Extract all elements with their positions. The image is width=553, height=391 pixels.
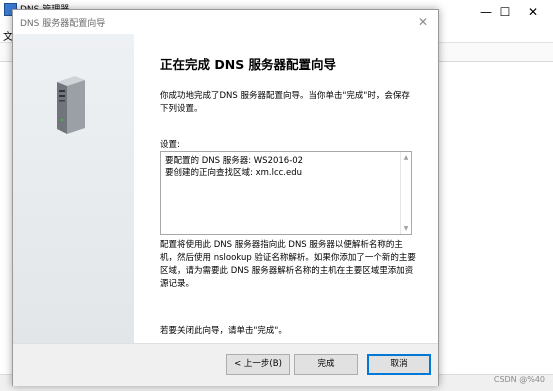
back-button[interactable]: < 上一步(B) xyxy=(226,354,290,375)
dialog-titlebar: DNS 服务器配置向导 ✕ xyxy=(13,10,438,34)
close-window-button[interactable]: ✕ xyxy=(514,0,552,26)
scroll-down-icon[interactable]: ▼ xyxy=(402,224,410,233)
server-icon xyxy=(57,76,85,134)
dialog-close-button[interactable]: ✕ xyxy=(414,13,432,31)
page-heading: 正在完成 DNS 服务器配置向导 xyxy=(160,57,337,72)
dns-config-wizard-dialog: DNS 服务器配置向导 ✕ 正在完成 DNS 服务器配置向导 你成功地完成了DN… xyxy=(12,9,439,386)
settings-textbox[interactable]: 要配置的 DNS 服务器: WS2016-02 要创建的正向查找区域: xm.l… xyxy=(160,151,412,235)
settings-scrollbar[interactable]: ▲ ▼ xyxy=(400,152,411,234)
settings-text: 要配置的 DNS 服务器: WS2016-02 要创建的正向查找区域: xm.l… xyxy=(165,156,304,178)
cancel-button[interactable]: 取消 xyxy=(367,354,431,375)
description-text: 配置将使用此 DNS 服务器指向此 DNS 服务器以便解析名称的主机，然后使用 … xyxy=(160,240,416,289)
wizard-content: 正在完成 DNS 服务器配置向导 你成功地完成了DNS 服务器配置向导。当你单击… xyxy=(134,34,438,343)
close-instruction-text: 若要关闭此向导，请单击"完成"。 xyxy=(160,326,287,336)
watermark: CSDN @%40 xyxy=(493,375,545,384)
wizard-side-panel xyxy=(13,34,134,343)
intro-text: 你成功地完成了DNS 服务器配置向导。当你单击"完成"时，会保存下列设置。 xyxy=(160,91,410,114)
dialog-title: DNS 服务器配置向导 xyxy=(20,19,106,29)
finish-button[interactable]: 完成 xyxy=(294,354,358,375)
details-pane xyxy=(437,62,553,390)
settings-label: 设置: xyxy=(160,140,180,150)
scroll-up-icon[interactable]: ▲ xyxy=(402,153,410,162)
button-bar: < 上一步(B) 完成 取消 xyxy=(13,343,438,386)
